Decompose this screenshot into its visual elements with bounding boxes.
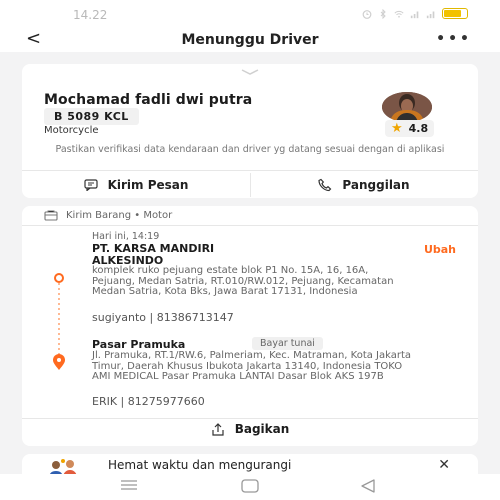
verification-note: Pastikan verifikasi data kendaraan dan d…: [55, 144, 445, 155]
vehicle-type: Motorcycle: [44, 125, 99, 136]
wifi-icon: [394, 10, 404, 18]
pickup-contact: sugiyanto | 81386713147: [92, 311, 234, 324]
pickup-name: PT. KARSA MANDIRI ALKESINDO: [92, 242, 215, 267]
driver-avatar[interactable]: [382, 92, 432, 122]
divider: [22, 418, 478, 419]
package-icon: [44, 210, 58, 221]
share-button[interactable]: Bagikan: [22, 422, 478, 436]
chevron-down-icon[interactable]: [240, 68, 260, 76]
avatar-photo: [382, 92, 432, 122]
more-dots-icon[interactable]: •••: [436, 31, 472, 47]
message-button[interactable]: Kirim Pesan: [22, 173, 250, 197]
promo-text: Hemat waktu dan mengurangi: [108, 458, 292, 472]
service-type: Kirim Barang • Motor: [44, 210, 172, 221]
close-icon[interactable]: ✕: [438, 457, 450, 473]
driver-name: Mochamad fadli dwi putra: [44, 92, 253, 108]
route-timeline: [53, 273, 65, 370]
phone-icon: [318, 178, 332, 192]
signal-icon: [426, 11, 435, 18]
driver-card: Mochamad fadli dwi putra B 5089 KCL Moto…: [22, 64, 478, 198]
app-bar: < Menunggu Driver •••: [0, 28, 500, 52]
plate-number: B 5089 KCL: [44, 108, 139, 125]
payment-badge: Bayar tunai: [252, 337, 323, 350]
star-icon: ★: [391, 121, 403, 136]
page-title: Menunggu Driver: [181, 32, 319, 48]
rating-value: 4.8: [408, 122, 429, 135]
driver-rating: ★ 4.8: [385, 120, 435, 137]
system-nav-bar: [0, 474, 500, 500]
share-label: Bagikan: [234, 422, 290, 436]
home-icon[interactable]: [241, 479, 259, 493]
call-label: Panggilan: [342, 178, 410, 192]
share-icon: [212, 422, 224, 436]
status-icons: [362, 8, 468, 19]
schedule-time: Hari ini, 14:19: [92, 231, 160, 242]
destination-contact: ERIK | 81275977660: [92, 395, 205, 408]
alarm-icon: [362, 9, 372, 19]
pickup-dot-icon: [54, 273, 64, 283]
service-label: Kirim Barang • Motor: [66, 210, 173, 221]
message-label: Kirim Pesan: [107, 178, 189, 192]
battery-icon: [442, 8, 468, 19]
edit-button[interactable]: Ubah: [424, 243, 456, 256]
status-time: 14.22: [73, 8, 108, 22]
divider: [22, 225, 478, 226]
menu-icon[interactable]: [120, 479, 138, 491]
pickup-address: komplek ruko pejuang estate blok P1 No. …: [92, 265, 394, 297]
status-bar: 14.22: [0, 0, 500, 30]
signal-icon: [410, 11, 419, 18]
bluetooth-icon: [380, 8, 386, 19]
order-card: Kirim Barang • Motor Hari ini, 14:19 Uba…: [22, 206, 478, 446]
divider: [22, 170, 478, 171]
chat-icon: [83, 179, 98, 191]
call-button[interactable]: Panggilan: [250, 173, 478, 197]
destination-address: Jl. Pramuka, RT.1/RW.6, Palmeriam, Kec. …: [92, 350, 412, 382]
back-nav-icon[interactable]: [360, 479, 376, 493]
